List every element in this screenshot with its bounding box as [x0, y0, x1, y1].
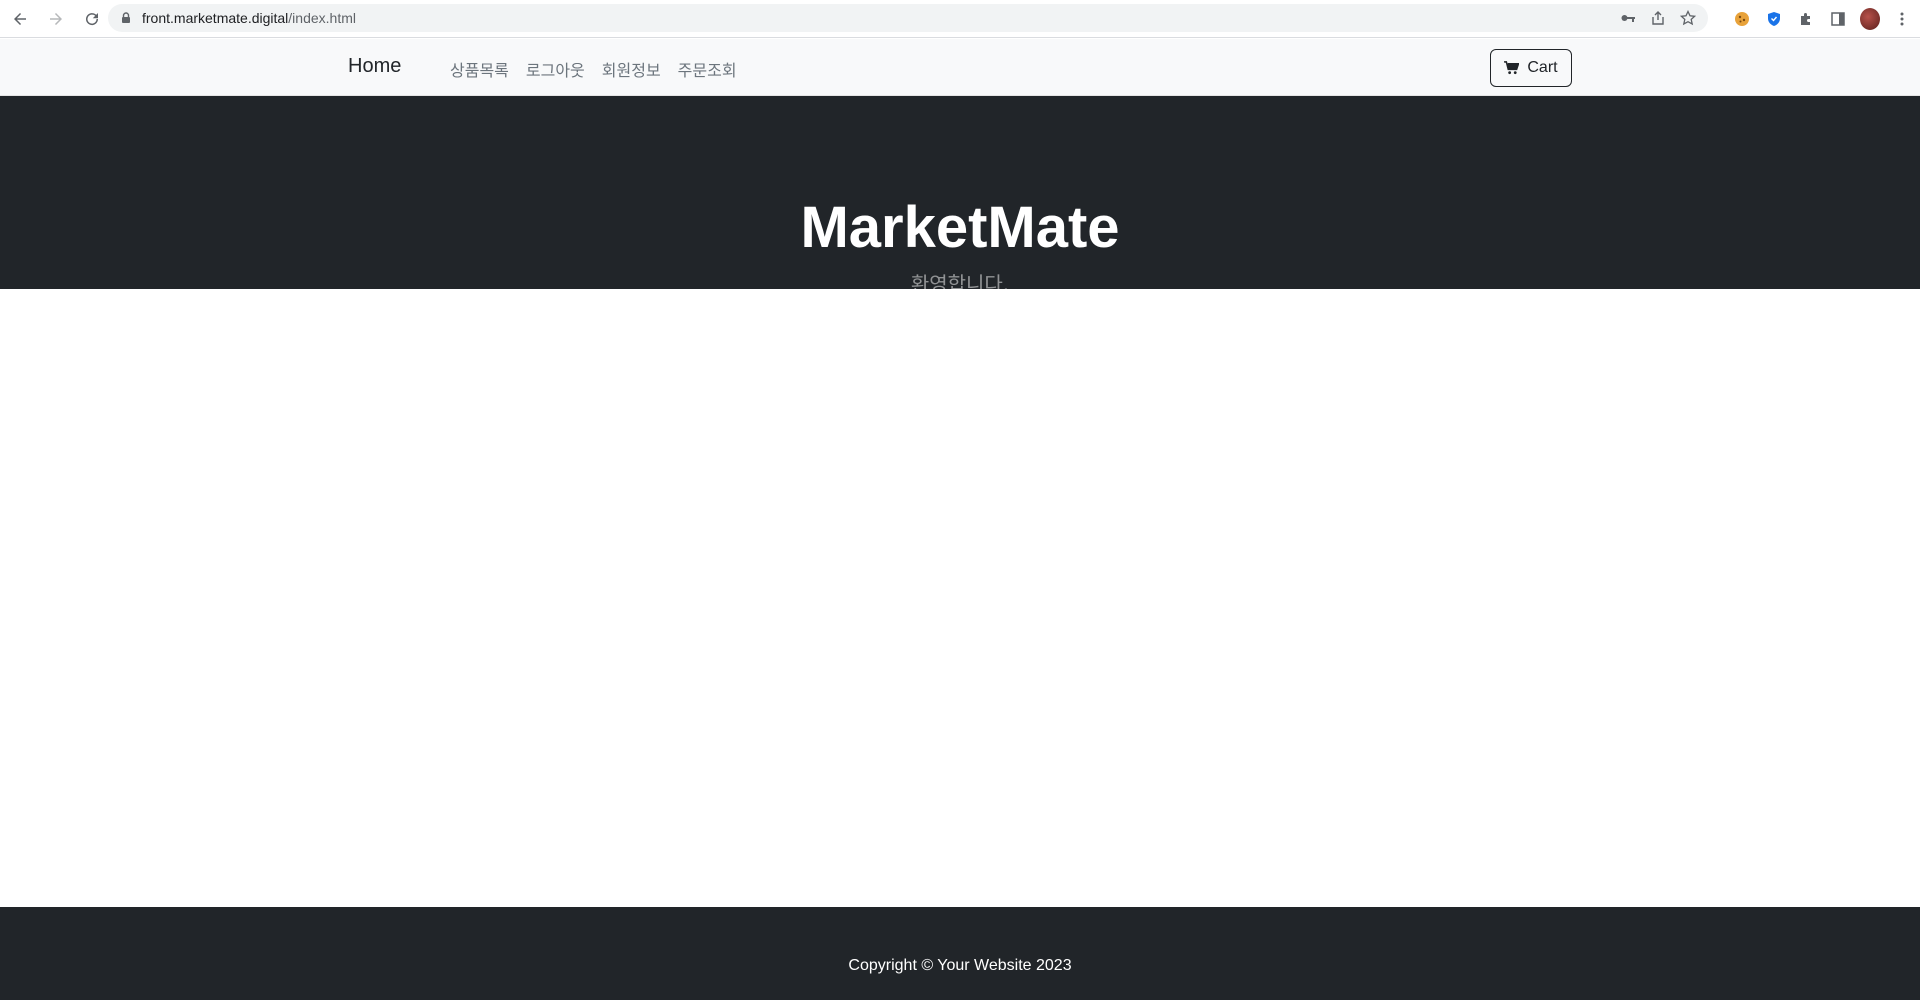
share-icon[interactable] [1650, 10, 1666, 26]
footer-copyright: Copyright © Your Website 2023 [848, 957, 1072, 974]
side-panel-icon[interactable] [1828, 9, 1848, 29]
nav-link-member-info[interactable]: 회원정보 [602, 57, 661, 81]
kebab-menu-icon[interactable] [1892, 9, 1912, 29]
url-host: front.marketmate.digital [142, 10, 289, 26]
hero-title: MarketMate [800, 195, 1120, 260]
browser-toolbar: front.marketmate.digital/index.html [0, 0, 1920, 38]
main-content [0, 289, 1920, 907]
site-footer: Copyright © Your Website 2023 [0, 907, 1920, 1000]
hero-subtitle: 환영합니다. [910, 272, 1010, 289]
url-path: /index.html [288, 10, 356, 26]
cart-button[interactable]: Cart [1490, 49, 1572, 87]
arrow-left-icon [14, 12, 26, 25]
omnibox-actions [1620, 4, 1696, 32]
nav-link-orders[interactable]: 주문조회 [678, 57, 737, 81]
key-icon[interactable] [1620, 10, 1636, 26]
reload-button[interactable] [76, 3, 108, 35]
cart-label: Cart [1527, 59, 1558, 76]
cart-icon [1504, 61, 1520, 75]
extensions-area [1732, 5, 1912, 33]
back-button[interactable] [4, 3, 36, 35]
forward-button[interactable] [40, 3, 72, 35]
lock-icon [122, 12, 130, 23]
address-bar[interactable]: front.marketmate.digital/index.html [108, 4, 1708, 32]
site-navbar: Home 상품목록 로그아웃 회원정보 주문조회 Cart [0, 39, 1920, 96]
nav-home-link[interactable]: Home [348, 55, 401, 78]
nav-link-products[interactable]: 상품목록 [450, 57, 509, 81]
star-icon[interactable] [1680, 10, 1696, 26]
reload-icon [86, 12, 99, 25]
profile-avatar[interactable] [1860, 8, 1880, 30]
hero-header: MarketMate 환영합니다. [0, 96, 1920, 289]
nav-link-logout[interactable]: 로그아웃 [526, 57, 585, 81]
puzzle-icon[interactable] [1796, 9, 1816, 29]
shield-icon[interactable] [1764, 9, 1784, 29]
arrow-right-icon [50, 12, 62, 25]
cookie-icon[interactable] [1732, 9, 1752, 29]
nav-links: 상품목록 로그아웃 회원정보 주문조회 [450, 57, 737, 81]
avatar [1860, 8, 1880, 30]
